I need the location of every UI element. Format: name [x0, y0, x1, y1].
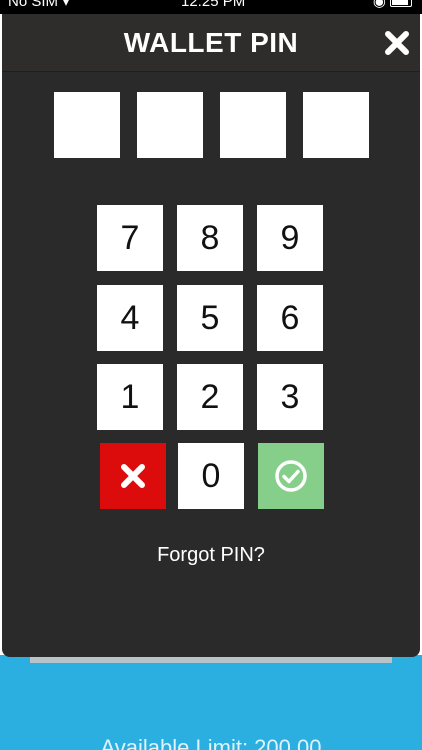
carrier-label: No SIM ▾ [8, 0, 70, 9]
forgot-pin-link[interactable]: Forgot PIN? [2, 544, 420, 567]
status-indicators: ◉ [373, 0, 412, 9]
pin-slot-1 [54, 92, 120, 158]
checkmark-circle-icon [275, 460, 307, 492]
key-7[interactable]: 7 [97, 205, 163, 271]
clear-x-icon [121, 464, 145, 488]
available-limit-label: Available Limit: 200.00 [100, 735, 322, 750]
pin-slot-3 [220, 92, 286, 158]
key-4[interactable]: 4 [97, 285, 163, 351]
modal-header: WALLET PIN [2, 14, 420, 72]
confirm-button[interactable] [258, 443, 324, 509]
key-2[interactable]: 2 [177, 364, 243, 430]
alarm-icon: ◉ [372, 0, 386, 10]
status-bar: No SIM ▾ 12:25 PM ◉ [0, 0, 422, 14]
wifi-icon: ▾ [62, 0, 70, 10]
close-button[interactable] [384, 30, 410, 56]
pin-slot-4 [303, 92, 369, 158]
key-8[interactable]: 8 [177, 205, 243, 271]
wallet-pin-modal: WALLET PIN 7 8 9 4 5 6 1 2 3 0 Forgot PI… [2, 14, 420, 657]
background-card-edge [30, 657, 392, 663]
key-9[interactable]: 9 [257, 205, 323, 271]
key-1[interactable]: 1 [97, 364, 163, 430]
battery-icon [390, 0, 412, 8]
background-app: Available Limit: 200.00 [0, 655, 422, 750]
pin-slot-2 [137, 92, 203, 158]
key-0[interactable]: 0 [178, 443, 244, 509]
screen: No SIM ▾ 12:25 PM ◉ Available Limit: 200… [0, 0, 422, 750]
close-icon [385, 31, 409, 55]
modal-title: WALLET PIN [123, 27, 299, 58]
status-time: 12:25 PM [181, 0, 246, 10]
key-3[interactable]: 3 [257, 364, 323, 430]
clear-button[interactable] [100, 443, 166, 509]
key-5[interactable]: 5 [177, 285, 243, 351]
key-6[interactable]: 6 [257, 285, 323, 351]
